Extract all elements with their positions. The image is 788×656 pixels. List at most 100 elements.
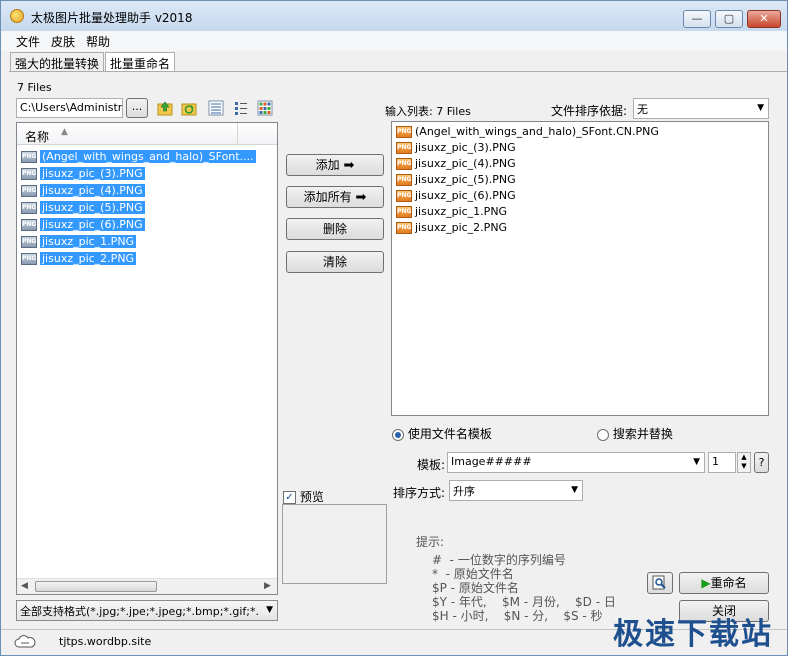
png-file-icon: PNG — [396, 190, 412, 202]
menu-bar: 文件 皮肤 帮助 — [1, 31, 787, 51]
chevron-down-icon: ▼ — [571, 485, 578, 495]
hint-line: $H - 小时, $N - 分, $S - 秒 — [432, 609, 603, 623]
horizontal-scrollbar[interactable]: ◀ ▶ — [17, 578, 277, 594]
list-item[interactable]: PNG jisuxz_pic_2.PNG — [21, 252, 137, 268]
order-select[interactable]: 升序 ▼ — [449, 480, 583, 501]
use-template-option[interactable]: 使用文件名模板 — [392, 425, 492, 442]
window-title: 太极图片批量处理助手 v2018 — [31, 11, 193, 25]
scroll-thumb[interactable] — [35, 581, 157, 592]
arrow-right-icon: ➡ — [343, 158, 355, 173]
order-value: 升序 — [453, 485, 475, 498]
arrow-right-icon: ➡ — [355, 190, 367, 205]
app-window: 太极图片批量处理助手 v2018 — ▢ ✕ 文件 皮肤 帮助 强大的批量转换 … — [0, 0, 788, 656]
sort-by-value: 无 — [637, 103, 648, 116]
stepper-down-icon[interactable]: ▼ — [738, 462, 750, 471]
status-url: tjtps.wordbp.site — [59, 635, 152, 648]
list-item[interactable]: PNG jisuxz_pic_(4).PNG — [396, 157, 516, 173]
folder-up-icon[interactable] — [157, 100, 173, 116]
list-item[interactable]: PNG (Angel_with_wings_and_halo)_SFont.... — [21, 150, 256, 166]
template-label: 模板: — [417, 458, 446, 472]
menu-help[interactable]: 帮助 — [86, 33, 110, 50]
list-item[interactable]: PNG jisuxz_pic_1.PNG — [396, 205, 507, 221]
tab-batch-rename[interactable]: 批量重命名 — [105, 52, 176, 72]
list-item[interactable]: PNG jisuxz_pic_(5).PNG — [21, 201, 145, 217]
cloud-icon — [14, 635, 36, 648]
png-file-icon: PNG — [21, 219, 37, 231]
chevron-down-icon: ▼ — [757, 103, 764, 113]
list-item[interactable]: PNG jisuxz_pic_(5).PNG — [396, 173, 516, 189]
play-icon: ▶ — [701, 576, 711, 590]
list-item[interactable]: PNG jisuxz_pic_1.PNG — [21, 235, 137, 251]
list-item[interactable]: PNG jisuxz_pic_2.PNG — [396, 221, 507, 237]
scroll-right-icon[interactable]: ▶ — [264, 581, 271, 591]
list-item[interactable]: PNG jisuxz_pic_(6).PNG — [21, 218, 145, 234]
preview-checkbox[interactable]: ✓ — [283, 491, 296, 504]
rename-button[interactable]: ▶重命名 — [679, 572, 769, 594]
thumbnail-view-icon[interactable] — [257, 100, 273, 116]
magnifier-icon — [652, 575, 666, 590]
start-number-input[interactable]: 1 — [708, 452, 736, 473]
search-replace-option[interactable]: 搜索并替换 — [597, 425, 673, 442]
use-template-radio[interactable] — [392, 428, 404, 441]
stepper-up-icon[interactable]: ▲ — [738, 453, 750, 462]
template-select[interactable]: Image##### ▼ — [447, 452, 705, 473]
format-filter-select[interactable]: 全部支持格式(*.jpg;*.jpe;*.jpeg;*.bmp;*.gif;*.… — [16, 600, 278, 621]
column-divider — [237, 123, 238, 145]
path-input[interactable]: C:\Users\Administrat — [16, 98, 123, 118]
sort-by-select[interactable]: 无 ▼ — [633, 98, 769, 119]
help-button[interactable]: ? — [754, 452, 769, 473]
detail-view-icon[interactable] — [233, 100, 249, 116]
number-stepper[interactable]: ▲ ▼ — [737, 452, 751, 473]
png-file-icon: PNG — [21, 151, 37, 163]
add-all-button[interactable]: 添加所有 ➡ — [286, 186, 384, 208]
list-item[interactable]: PNG jisuxz_pic_(6).PNG — [396, 189, 516, 205]
delete-button[interactable]: 删除 — [286, 218, 384, 240]
preview-box — [282, 504, 387, 584]
preview-label: 预览 — [299, 490, 324, 504]
source-file-list[interactable]: 名称 ▲ PNG (Angel_with_wings_and_halo)_SFon… — [16, 122, 278, 595]
png-file-icon: PNG — [396, 174, 412, 186]
menu-skin[interactable]: 皮肤 — [51, 33, 75, 50]
app-icon — [10, 9, 24, 23]
png-file-icon: PNG — [396, 126, 412, 138]
browse-button[interactable]: ... — [126, 98, 148, 118]
chevron-down-icon: ▼ — [263, 605, 273, 615]
list-item[interactable]: PNG (Angel_with_wings_and_halo)_SFont.CN.… — [396, 125, 659, 141]
maximize-button[interactable]: ▢ — [715, 10, 743, 28]
rename-button-label: 重命名 — [710, 576, 747, 590]
tab-batch-convert[interactable]: 强大的批量转换 — [10, 52, 105, 72]
input-list-label: 输入列表: 7 Files — [385, 105, 471, 118]
minimize-button[interactable]: — — [683, 10, 711, 28]
column-header-name[interactable]: 名称 — [25, 128, 49, 145]
png-file-icon: PNG — [21, 253, 37, 265]
clear-button[interactable]: 清除 — [286, 251, 384, 273]
list-header: 名称 ▲ — [17, 123, 277, 145]
png-file-icon: PNG — [396, 206, 412, 218]
left-file-count: 7 Files — [17, 81, 52, 94]
sort-up-icon: ▲ — [61, 127, 68, 137]
input-file-list[interactable]: PNG (Angel_with_wings_and_halo)_SFont.CN.… — [391, 121, 769, 416]
format-filter-value: 全部支持格式(*.jpg;*.jpe;*.jpeg;*.bmp;*.gif;*. — [20, 605, 260, 618]
list-item[interactable]: PNG jisuxz_pic_(3).PNG — [21, 167, 145, 183]
preview-checkbox-row[interactable]: ✓ 预览 — [283, 488, 324, 505]
title-bar: 太极图片批量处理助手 v2018 — ▢ ✕ — [1, 1, 787, 31]
add-button[interactable]: 添加 ➡ — [286, 154, 384, 176]
png-file-icon: PNG — [21, 202, 37, 214]
search-replace-label: 搜索并替换 — [612, 427, 673, 441]
sort-by-label: 文件排序依据: — [551, 104, 628, 118]
refresh-icon[interactable] — [181, 100, 197, 116]
menu-file[interactable]: 文件 — [16, 33, 40, 50]
watermark: 极速下载站 — [613, 617, 773, 652]
template-value: Image##### — [451, 455, 532, 468]
add-all-button-label: 添加所有 — [303, 190, 352, 204]
scroll-left-icon[interactable]: ◀ — [21, 581, 28, 591]
png-file-icon: PNG — [396, 158, 412, 170]
close-window-button[interactable]: ✕ — [747, 10, 781, 28]
preview-rename-button[interactable] — [647, 572, 673, 594]
list-item[interactable]: PNG jisuxz_pic_(3).PNG — [396, 141, 516, 157]
list-item[interactable]: PNG jisuxz_pic_(4).PNG — [21, 184, 145, 200]
order-label: 排序方式: — [393, 486, 446, 500]
list-view-icon[interactable] — [208, 100, 224, 116]
png-file-icon: PNG — [396, 222, 412, 234]
search-replace-radio[interactable] — [597, 428, 609, 441]
